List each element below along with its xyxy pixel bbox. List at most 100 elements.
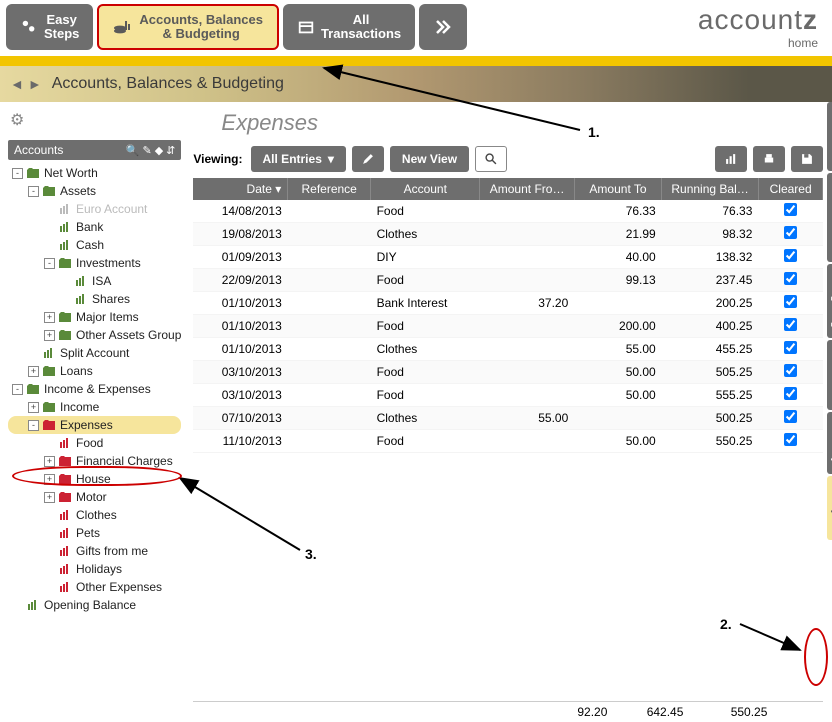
tree-node-expenses[interactable]: -Expenses	[8, 416, 181, 434]
vtab-analysis[interactable]: Analysis	[827, 476, 832, 541]
vtab-transactions[interactable]: Transactions	[827, 173, 832, 261]
col-reference[interactable]: Reference	[288, 178, 371, 200]
col-amount-fro-[interactable]: Amount Fro…	[480, 178, 574, 200]
tree-node-label: Other Assets Group	[76, 328, 181, 342]
collapse-icon[interactable]: -	[12, 384, 23, 395]
collapse-icon[interactable]: -	[28, 420, 39, 431]
tree-sort-icon[interactable]: ◆	[155, 144, 163, 157]
folder-icon	[42, 186, 56, 196]
cleared-checkbox[interactable]	[784, 272, 797, 285]
col-running-bal-[interactable]: Running Bal…	[662, 178, 759, 200]
col-date[interactable]: Date ▾	[193, 178, 287, 200]
table-row[interactable]: 03/10/2013Food50.00555.25	[193, 384, 823, 407]
vtab-budgeting[interactable]: Budgeting	[827, 264, 832, 338]
tree-node-other-assets-group[interactable]: + Other Assets Group	[8, 326, 181, 344]
search-button[interactable]	[475, 146, 507, 172]
cleared-checkbox[interactable]	[784, 203, 797, 216]
cleared-checkbox[interactable]	[784, 226, 797, 239]
chart-button[interactable]	[715, 146, 747, 172]
tree-node-bank[interactable]: Bank	[8, 218, 181, 236]
spacer	[44, 528, 55, 539]
col-account[interactable]: Account	[371, 178, 480, 200]
expand-icon[interactable]: +	[44, 492, 55, 503]
tree-collapse-icon[interactable]: ⇵	[166, 144, 175, 157]
col-cleared[interactable]: Cleared	[758, 178, 823, 200]
all-entries-dropdown[interactable]: All Entries ▾	[251, 146, 346, 172]
tree-node-net-worth[interactable]: -Net Worth	[8, 164, 181, 182]
cell: 03/10/2013	[193, 361, 287, 384]
table-row[interactable]: 01/10/2013Clothes55.00455.25	[193, 338, 823, 361]
cleared-checkbox[interactable]	[784, 387, 797, 400]
tree-node-assets[interactable]: -Assets	[8, 182, 181, 200]
cleared-checkbox[interactable]	[784, 433, 797, 446]
table-row[interactable]: 07/10/2013Clothes55.00500.25	[193, 407, 823, 430]
vtab-overview[interactable]: Overview	[827, 340, 832, 410]
new-view-button[interactable]: New View	[390, 146, 469, 172]
tree-node-motor[interactable]: +Motor	[8, 488, 181, 506]
totals-row: 92.20 642.45 550.25	[193, 701, 823, 722]
tree-node-income-expenses[interactable]: -Income & Expenses	[8, 380, 181, 398]
tab-more[interactable]	[419, 4, 467, 50]
expand-icon[interactable]: +	[28, 366, 39, 377]
cell: 22/09/2013	[193, 269, 287, 292]
expand-icon[interactable]: +	[44, 312, 55, 323]
tab-easy-steps[interactable]: Easy Steps	[6, 4, 93, 50]
cell: 76.33	[574, 200, 661, 223]
expand-icon[interactable]: +	[44, 474, 55, 485]
cleared-checkbox[interactable]	[784, 410, 797, 423]
table-row[interactable]: 14/08/2013Food76.3376.33	[193, 200, 823, 223]
tree-node-financial-charges[interactable]: +Financial Charges	[8, 452, 181, 470]
tree-search-icon[interactable]: 🔍	[126, 144, 140, 157]
tree-node-food[interactable]: Food	[8, 434, 181, 452]
cell: 40.00	[574, 246, 661, 269]
settings-gear-icon[interactable]: ⚙	[10, 110, 181, 130]
expand-icon[interactable]: +	[28, 402, 39, 413]
table-row[interactable]: 11/10/2013Food50.00550.25	[193, 430, 823, 453]
collapse-icon[interactable]: -	[12, 168, 23, 179]
tree-node-clothes[interactable]: Clothes	[8, 506, 181, 524]
tree-node-shares[interactable]: Shares	[8, 290, 181, 308]
collapse-icon[interactable]: -	[28, 186, 39, 197]
tree-node-loans[interactable]: +Loans	[8, 362, 181, 380]
table-row[interactable]: 22/09/2013Food99.13237.45	[193, 269, 823, 292]
cleared-checkbox[interactable]	[784, 295, 797, 308]
edit-view-button[interactable]	[352, 146, 384, 172]
table-row[interactable]: 03/10/2013Food50.00505.25	[193, 361, 823, 384]
table-row[interactable]: 01/10/2013Bank Interest37.20200.25	[193, 292, 823, 315]
tree-node-isa[interactable]: ISA	[8, 272, 181, 290]
cleared-checkbox[interactable]	[784, 249, 797, 262]
cleared-checkbox[interactable]	[784, 364, 797, 377]
tree-node-cash[interactable]: Cash	[8, 236, 181, 254]
tab-all-transactions[interactable]: All Transactions	[283, 4, 415, 50]
tree-node-opening-balance[interactable]: Opening Balance	[8, 596, 181, 614]
tree-node-major-items[interactable]: +Major Items	[8, 308, 181, 326]
table-row[interactable]: 01/10/2013Food200.00400.25	[193, 315, 823, 338]
col-amount-to[interactable]: Amount To	[574, 178, 661, 200]
tree-node-pets[interactable]: Pets	[8, 524, 181, 542]
tree-node-holidays[interactable]: Holidays	[8, 560, 181, 578]
spacer	[44, 564, 55, 575]
table-row[interactable]: 01/09/2013DIY40.00138.32	[193, 246, 823, 269]
tree-node-other-expenses[interactable]: Other Expenses	[8, 578, 181, 596]
tree-node-income[interactable]: +Income	[8, 398, 181, 416]
tree-node-split-account[interactable]: Split Account	[8, 344, 181, 362]
nav-back-icon[interactable]: ◄	[10, 76, 24, 92]
expand-icon[interactable]: +	[44, 456, 55, 467]
tree-edit-icon[interactable]: ✎	[142, 144, 151, 157]
expand-icon[interactable]: +	[44, 330, 55, 341]
tree-node-house[interactable]: +House	[8, 470, 181, 488]
cleared-checkbox[interactable]	[784, 341, 797, 354]
print-button[interactable]	[753, 146, 785, 172]
save-button[interactable]	[791, 146, 823, 172]
tab-accounts-balances-budgeting[interactable]: Accounts, Balances & Budgeting	[97, 4, 279, 50]
collapse-icon[interactable]: -	[44, 258, 55, 269]
vtab-monthly[interactable]: Monthly	[827, 412, 832, 474]
tree-node-investments[interactable]: -Investments	[8, 254, 181, 272]
tree-node-euro-account[interactable]: Euro Account	[8, 200, 181, 218]
tree-node-gifts-from-me[interactable]: Gifts from me	[8, 542, 181, 560]
cleared-checkbox[interactable]	[784, 318, 797, 331]
vtab-balances[interactable]: Balances	[827, 102, 832, 171]
cell: 21.99	[574, 223, 661, 246]
nav-forward-icon[interactable]: ►	[28, 76, 42, 92]
table-row[interactable]: 19/08/2013Clothes21.9998.32	[193, 223, 823, 246]
